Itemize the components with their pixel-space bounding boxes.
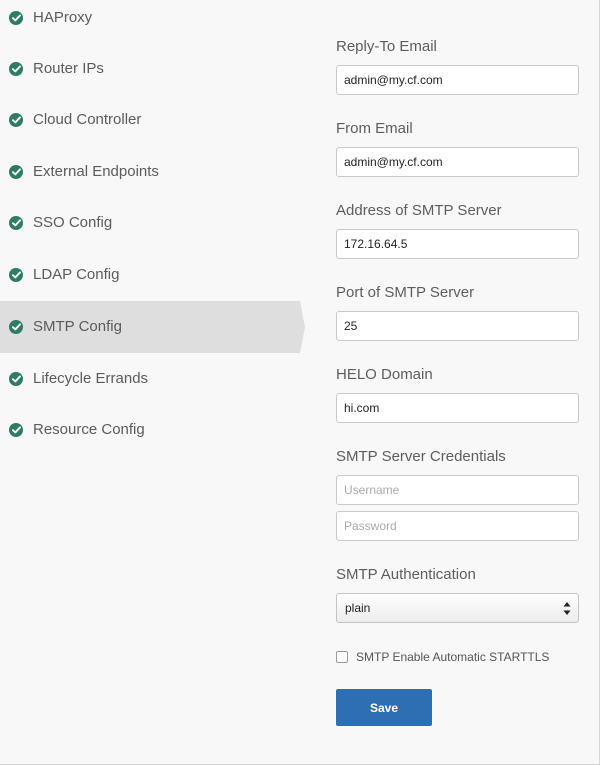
check-circle-icon [9,216,23,230]
sidebar-item-smtp-config[interactable]: SMTP Config [0,301,305,353]
check-circle-icon [9,11,23,25]
save-button[interactable]: Save [336,689,432,726]
smtp-address-input[interactable] [336,229,579,259]
select-arrows-icon [563,602,571,615]
sidebar-item-label: Resource Config [33,421,145,438]
helo-domain-label: HELO Domain [336,366,433,383]
sidebar-item-label: SMTP Config [33,318,122,335]
starttls-row: SMTP Enable Automatic STARTTLS [336,650,549,664]
from-email-label: From Email [336,120,413,137]
smtp-auth-label: SMTP Authentication [336,566,476,583]
sidebar-item-label: SSO Config [33,214,113,231]
check-circle-icon [9,268,23,282]
check-circle-icon [9,320,23,334]
sidebar-item-label: Cloud Controller [33,111,142,128]
starttls-checkbox[interactable] [336,651,348,663]
smtp-port-label: Port of SMTP Server [336,284,475,301]
check-circle-icon [9,62,23,76]
sidebar-item-resource-config[interactable]: Resource Config [0,404,300,456]
sidebar-item-router-ips[interactable]: Router IPs [0,43,300,95]
sidebar-item-label: LDAP Config [33,266,120,283]
check-circle-icon [9,113,23,127]
helo-domain-input[interactable] [336,393,579,423]
smtp-auth-selected-value: plain [345,601,371,615]
smtp-address-label: Address of SMTP Server [336,202,502,219]
sidebar-item-ldap-config[interactable]: LDAP Config [0,249,300,301]
smtp-password-input[interactable] [336,511,579,541]
sidebar-item-label: Router IPs [33,60,104,77]
sidebar-item-sso-config[interactable]: SSO Config [0,197,300,249]
sidebar-nav: HAProxy Router IPs Cloud Controller Exte… [0,0,305,765]
sidebar-item-label: External Endpoints [33,163,159,180]
starttls-label: SMTP Enable Automatic STARTTLS [356,650,550,664]
sidebar-item-haproxy[interactable]: HAProxy [0,0,300,44]
reply-to-email-label: Reply-To Email [336,38,437,55]
from-email-input[interactable] [336,147,579,177]
sidebar-item-external-endpoints[interactable]: External Endpoints [0,146,300,198]
check-circle-icon [9,165,23,179]
sidebar-item-label: HAProxy [33,9,93,26]
check-circle-icon [9,372,23,386]
sidebar-item-cloud-controller[interactable]: Cloud Controller [0,94,300,146]
smtp-credentials-label: SMTP Server Credentials [336,448,506,465]
sidebar-item-label: Lifecycle Errands [33,370,149,387]
reply-to-email-input[interactable] [336,65,579,95]
smtp-port-input[interactable] [336,311,579,341]
sidebar-item-lifecycle-errands[interactable]: Lifecycle Errands [0,353,300,405]
smtp-auth-select[interactable]: plain [336,593,579,623]
smtp-username-input[interactable] [336,475,579,505]
check-circle-icon [9,423,23,437]
